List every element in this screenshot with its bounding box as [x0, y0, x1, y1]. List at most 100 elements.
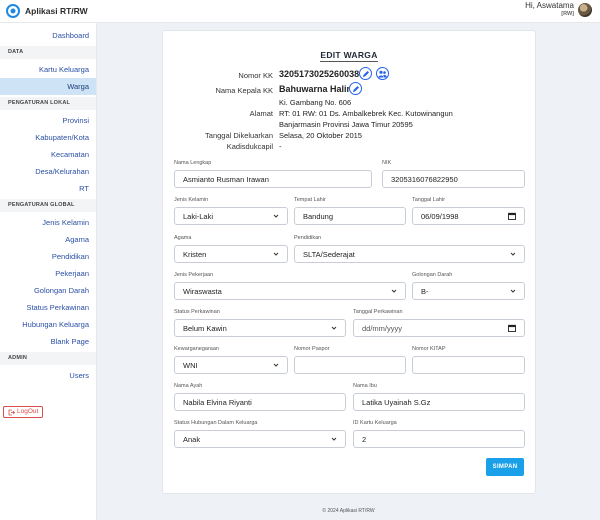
jenis-kelamin-label: Jenis Kelamin	[174, 197, 209, 203]
chevron-down-icon	[331, 326, 337, 330]
tanggal-dikeluarkan-value: Selasa, 20 Oktober 2015	[279, 131, 362, 140]
calendar-icon[interactable]	[508, 324, 516, 332]
chevron-down-icon	[510, 252, 516, 256]
nama-ayah-input[interactable]: Nabila Elvina Riyanti	[174, 393, 346, 411]
sidebar-item-jenis-kelamin[interactable]: Jenis Kelamin	[0, 214, 96, 231]
tanggal-dikeluarkan-label: Tanggal Dikeluarkan	[205, 131, 273, 140]
alamat-label: Alamat	[249, 109, 273, 118]
calendar-icon[interactable]	[508, 212, 516, 220]
edit-warga-card: EDIT WARGA Nomor KK 3205173025260038 Nam…	[162, 30, 536, 494]
save-button[interactable]: SIMPAN	[486, 458, 524, 476]
footer: © 2024 Aplikasi RT/RW	[322, 508, 375, 514]
tanggal-perkawinan-input[interactable]: dd/mm/yyyy	[353, 319, 525, 337]
sidebar-item-desa[interactable]: Desa/Kelurahan	[0, 163, 96, 180]
users-icon	[378, 70, 387, 77]
nomor-kitap-label: Nomor KITAP	[412, 346, 446, 352]
sidebar-item-dashboard[interactable]: Dashboard	[0, 27, 96, 44]
kadisdukcapil-label: Kadisdukcapil	[226, 142, 273, 151]
sidebar: Dashboard DATA Kartu Keluarga Warga PENG…	[0, 23, 97, 520]
tanggal-lahir-label: Tanggal Lahir	[412, 197, 446, 203]
sidebar-item-hubungan-keluarga[interactable]: Hubungan Keluarga	[0, 316, 96, 333]
sidebar-section-lokal: PENGATURAN LOKAL	[0, 97, 96, 110]
alamat-line-3: Banjarmasin Provinsi Jawa Timur 20595	[279, 120, 413, 129]
tempat-lahir-label: Tempat Lahir	[294, 197, 326, 203]
page-title: EDIT WARGA	[320, 50, 378, 62]
nik-input[interactable]: 3205316076822950	[382, 170, 525, 188]
chevron-down-icon	[273, 214, 279, 218]
tanggal-perkawinan-label: Tanggal Perkawinan	[353, 309, 403, 315]
kepala-kk-value: Bahuwarna Halim	[279, 84, 355, 94]
sidebar-item-pekerjaan[interactable]: Pekerjaan	[0, 265, 96, 282]
sidebar-item-rt[interactable]: RT	[0, 180, 96, 197]
edit-kepala-button[interactable]	[349, 82, 362, 95]
sidebar-section-data: DATA	[0, 46, 96, 59]
logout-button[interactable]: LogOut	[3, 406, 44, 418]
hubungan-keluarga-select[interactable]: Anak	[174, 430, 346, 448]
pencil-icon	[352, 85, 359, 92]
agama-label: Agama	[174, 235, 192, 241]
user-menu[interactable]: Hi, Aswatama [RW]	[525, 1, 592, 19]
nama-ibu-label: Nama Ibu	[353, 383, 377, 389]
brand[interactable]: Aplikasi RT/RW	[6, 4, 88, 18]
alamat-line-2: RT: 01 RW: 01 Ds. Ambalkebrek Kec. Kutow…	[279, 109, 453, 118]
jenis-pekerjaan-select[interactable]: Wiraswasta	[174, 282, 406, 300]
golongan-darah-label: Golongan Darah	[412, 272, 453, 278]
kepala-kk-label: Nama Kepala KK	[215, 86, 273, 95]
nama-ibu-input[interactable]: Latika Uyainah S.Gz	[353, 393, 525, 411]
nomor-kk-value: 3205173025260038	[279, 69, 360, 79]
sidebar-section-global: PENGATURAN GLOBAL	[0, 199, 96, 212]
sidebar-item-kecamatan[interactable]: Kecamatan	[0, 146, 96, 163]
sidebar-item-kartu-keluarga[interactable]: Kartu Keluarga	[0, 61, 96, 78]
agama-select[interactable]: Kristen	[174, 245, 288, 263]
sidebar-item-pendidikan[interactable]: Pendidikan	[0, 248, 96, 265]
logout-icon	[8, 409, 15, 415]
pendidikan-label: Pendidikan	[294, 235, 322, 241]
edit-kk-button[interactable]	[359, 67, 372, 80]
avatar[interactable]	[578, 3, 592, 17]
sidebar-item-blank-page[interactable]: Blank Page	[0, 333, 96, 350]
logout-label: LogOut	[17, 408, 39, 415]
sidebar-item-golongan-darah[interactable]: Golongan Darah	[0, 282, 96, 299]
chevron-down-icon	[273, 252, 279, 256]
nama-lengkap-input[interactable]: Asmianto Rusman Irawan	[174, 170, 372, 188]
kewarganegaraan-select[interactable]: WNI	[174, 356, 288, 374]
chevron-down-icon	[391, 289, 397, 293]
nik-label: NIK	[382, 160, 392, 166]
id-kartu-keluarga-label: ID Kartu Keluarga	[353, 420, 397, 426]
jenis-kelamin-select[interactable]: Laki-Laki	[174, 207, 288, 225]
status-perkawinan-select[interactable]: Belum Kawin	[174, 319, 346, 337]
kewarganegaraan-label: Kewarganegaraan	[174, 346, 219, 352]
nama-lengkap-label: Nama Lengkap	[174, 160, 212, 166]
family-members-button[interactable]	[376, 67, 389, 80]
sidebar-item-kabupaten[interactable]: Kabupaten/Kota	[0, 129, 96, 146]
app-logo-icon	[6, 4, 20, 18]
chevron-down-icon	[273, 363, 279, 367]
sidebar-item-users[interactable]: Users	[0, 367, 96, 384]
sidebar-item-provinsi[interactable]: Provinsi	[0, 112, 96, 129]
pencil-icon	[362, 70, 369, 77]
alamat-line-1: Ki. Gambang No. 606	[279, 98, 352, 107]
golongan-darah-select[interactable]: B-	[412, 282, 525, 300]
chevron-down-icon	[510, 289, 516, 293]
hubungan-keluarga-label: Status Hubungan Dalam Keluarga	[174, 420, 258, 426]
tempat-lahir-input[interactable]: Bandung	[294, 207, 406, 225]
sidebar-item-warga[interactable]: Warga	[0, 78, 96, 95]
nama-ayah-label: Nama Ayah	[174, 383, 203, 389]
kadisdukcapil-value: -	[279, 142, 282, 151]
id-kartu-keluarga-input[interactable]: 2	[353, 430, 525, 448]
status-perkawinan-label: Status Perkawinan	[174, 309, 220, 315]
nomor-paspor-label: Nomor Paspor	[294, 346, 330, 352]
chevron-down-icon	[331, 437, 337, 441]
sidebar-item-agama[interactable]: Agama	[0, 231, 96, 248]
pendidikan-select[interactable]: SLTA/Sederajat	[294, 245, 525, 263]
jenis-pekerjaan-label: Jenis Pekerjaan	[174, 272, 214, 278]
app-name: Aplikasi RT/RW	[25, 6, 88, 16]
nomor-paspor-input[interactable]	[294, 356, 406, 374]
nomor-kitap-input[interactable]	[412, 356, 525, 374]
user-role: [RW]	[561, 11, 574, 17]
sidebar-item-status-perkawinan[interactable]: Status Perkawinan	[0, 299, 96, 316]
user-greeting: Hi, Aswatama	[525, 1, 574, 10]
top-bar: Aplikasi RT/RW Hi, Aswatama [RW]	[0, 0, 600, 23]
tanggal-lahir-input[interactable]: 06/09/1998	[412, 207, 525, 225]
sidebar-section-admin: ADMIN	[0, 352, 96, 365]
